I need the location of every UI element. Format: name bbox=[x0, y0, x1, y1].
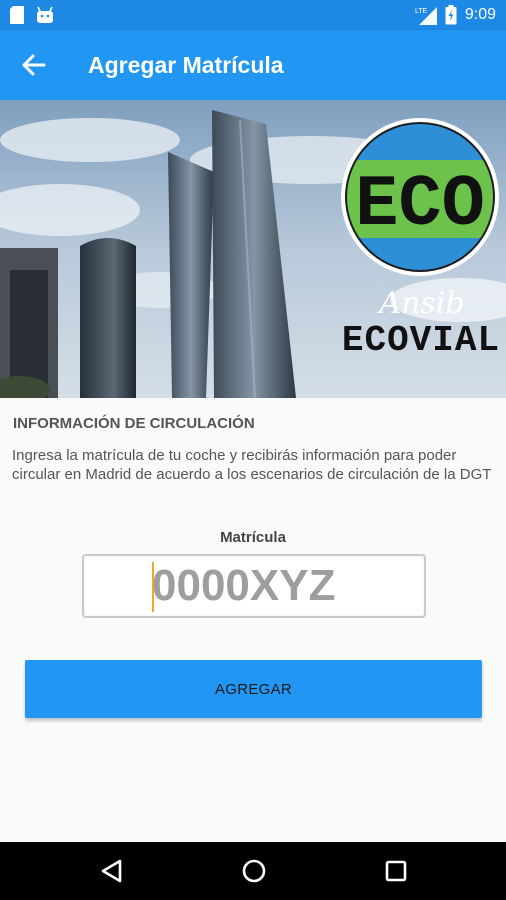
sd-card-icon bbox=[10, 6, 24, 24]
status-time: 9:09 bbox=[464, 6, 496, 23]
battery-icon bbox=[445, 5, 457, 25]
section-title: INFORMACIÓN DE CIRCULACIÓN bbox=[13, 415, 255, 432]
svg-text:LTE: LTE bbox=[415, 8, 428, 15]
back-triangle-icon[interactable] bbox=[97, 856, 127, 886]
navigation-bar bbox=[0, 842, 506, 900]
plate-input[interactable] bbox=[152, 560, 418, 612]
plate-label: Matrícula bbox=[220, 529, 286, 546]
recents-square-icon[interactable] bbox=[381, 856, 411, 886]
page-title: Agregar Matrícula bbox=[88, 52, 284, 78]
android-icon bbox=[37, 6, 53, 23]
status-left-icons bbox=[10, 6, 54, 24]
arrow-back-icon[interactable] bbox=[16, 47, 52, 83]
home-circle-icon[interactable] bbox=[239, 856, 269, 886]
text-cursor bbox=[152, 562, 154, 612]
description-text: Ingresa la matrícula de tu coche y recib… bbox=[12, 447, 492, 483]
status-right-icons: LTE 9:09 bbox=[415, 5, 496, 25]
plate-field[interactable] bbox=[82, 554, 426, 618]
add-button[interactable]: AGREGAR bbox=[25, 660, 482, 718]
logo-eco-text: ECO bbox=[355, 164, 485, 246]
logo-ansib-text: Ansib bbox=[376, 286, 464, 321]
logo-ecovial-text: ECOVIAL bbox=[342, 320, 500, 361]
app-bar: Agregar Matrícula bbox=[0, 30, 506, 100]
banner-image: ECO Ansib ECOVIAL bbox=[0, 100, 506, 398]
lte-signal-icon: LTE bbox=[415, 7, 437, 25]
status-bar: LTE 9:09 bbox=[0, 0, 506, 30]
